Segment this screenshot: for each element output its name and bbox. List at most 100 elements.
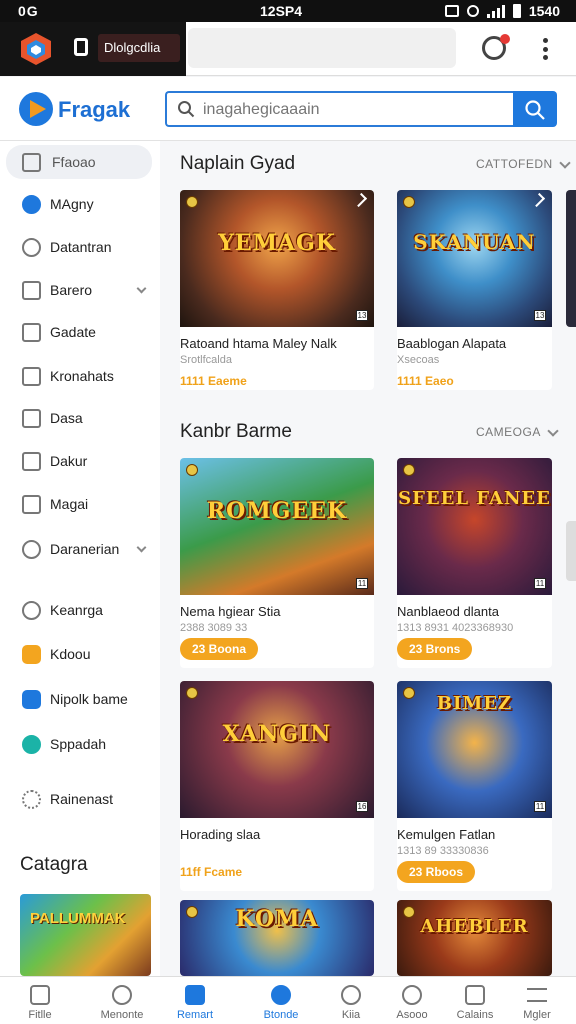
browser-logo-icon[interactable] [20,32,52,66]
sidebar-item-label: Nipolk bame [50,691,128,707]
sidebar-heading: Catagra [20,854,88,875]
brand-logo-icon[interactable] [18,91,54,127]
notification-icon [444,5,459,17]
nav-item-6[interactable]: Calains [443,977,507,1024]
nav-item-4[interactable]: Kiia [319,977,383,1024]
search-icon [112,985,132,1005]
next-card-peek[interactable] [566,521,576,581]
sidebar-item-4[interactable]: Gadate [0,315,160,349]
chat-icon [402,985,422,1005]
nav-item-5[interactable]: Asooo [380,977,444,1024]
game-card[interactable]: BIMEZ 11 Kemulgen Fatlan 1313 89 3333083… [397,681,552,891]
game-card-price-pill[interactable]: 23 Boona [180,638,259,660]
nav-item-3[interactable]: Btonde [249,977,313,1024]
badge-icon [186,687,198,699]
game-card-meta: Srotlfcalda [180,354,232,366]
game-card-price-pill[interactable]: 23 Brons [397,638,473,660]
status-carrier: 0G [18,3,39,19]
game-card-price: 1111 Eaeme [180,374,247,388]
sidebar-item-12[interactable]: Nipolk bame [0,682,160,716]
game-card-image-title: ROMGEEK [206,498,348,524]
sidebar-item-7[interactable]: Dakur [0,444,160,478]
sidebar-item-2[interactable]: Datantran [0,230,160,264]
nav-label: Fitlle [28,1009,52,1021]
game-card[interactable]: KOMA [180,900,374,976]
sidebar-item-0[interactable]: Ffaoao [6,145,152,179]
signal-icon [486,4,505,18]
game-card-meta: 1313 8931 4023368930 [397,622,514,634]
home-icon [30,985,50,1005]
badge-icon [186,464,198,476]
settings-icon [22,600,41,620]
nav-item-7[interactable]: Mgler [505,977,569,1024]
target-icon [22,539,41,559]
search-input[interactable] [203,97,503,123]
sidebar-item-6[interactable]: Dasa [0,401,160,435]
nav-item-0[interactable]: Fitlle [8,977,72,1024]
game-card-image-title: BIMEZ [436,693,513,714]
nav-item-1[interactable]: Menonte [90,977,154,1024]
sidebar-item-11[interactable]: Kdoou [0,637,160,671]
section-title: Naplain Gyad [180,153,296,174]
game-card[interactable]: YEMAGK 13 Ratoand htama Maley Nalk Srotl… [180,190,374,390]
sidebar-item-14[interactable]: Rainenast [0,782,160,816]
game-card-name: Kemulgen Fatlan [397,827,496,842]
browser-tab-title[interactable]: Dlolgcdlia [98,34,180,62]
status-bar: 0G 12SP4 1540 [0,0,576,22]
game-card[interactable]: XANGIN 16 Horading slaa 11ff Fcame [180,681,374,891]
sidebar-item-5[interactable]: Kronahats [0,359,160,393]
status-time: 12SP4 [260,3,303,19]
category-dropdown[interactable]: CAMEOGA [476,425,541,439]
game-card-image: ROMGEEK 11 [180,458,374,595]
nav-label: Btonde [263,1009,299,1021]
next-card-peek[interactable] [566,190,576,327]
sidebar-item-13[interactable]: Sppadah [0,727,160,761]
age-rating: 13 [356,310,368,321]
game-card[interactable]: SFEEL FANEE 11 Nanblaeod dlanta 1313 893… [397,458,552,668]
game-card[interactable]: SKANUAN 13 Baablogan Alapata Xsecoas 111… [397,190,552,390]
tag-icon [22,408,41,428]
calendar-icon [22,152,41,172]
sidebar-item-label: Gadate [50,324,96,340]
game-card[interactable]: ROMGEEK 11 Nema hgiear Stia 2388 3089 33… [180,458,374,668]
browser-toolbar: Dlolgcdlia [0,22,576,76]
tab-switcher-icon[interactable] [74,38,88,56]
sidebar-item-label: Sppadah [50,736,107,752]
game-card-price-pill[interactable]: 23 Rboos [397,861,476,883]
game-card-image: KOMA [180,900,374,976]
nav-label: Asooo [396,1009,428,1021]
brand-name[interactable]: Fragak [58,97,130,123]
chevron-down-icon[interactable] [136,283,147,293]
check-icon [530,192,546,208]
sidebar-item-1[interactable]: MAgny [0,187,160,221]
nav-label: Calains [456,1009,494,1021]
sidebar-item-3[interactable]: Barero [0,273,160,307]
search-button-icon [525,100,545,120]
battery-icon [512,4,521,18]
category-dropdown[interactable]: CATTOFEDN [476,157,553,171]
game-card-name: Ratoand htama Maley Nalk [180,336,337,351]
game-card-image: SKANUAN 13 [397,190,552,327]
search-button[interactable] [513,91,557,127]
browser-menu-icon[interactable] [542,38,548,60]
puzzle-icon [22,366,41,386]
chevron-down-icon[interactable] [136,542,147,552]
sidebar-item-10[interactable]: Keanrga [0,593,160,627]
status-icons: 1540 [444,3,560,19]
sidebar-item-9[interactable]: Daranerian [0,532,160,566]
sidebar-promo-card[interactable]: PALLUMMAK [20,894,151,976]
game-card-name: Nema hgiear Stia [180,604,281,619]
sidebar-promo-title: PALLUMMAK [30,910,126,927]
nav-item-2[interactable]: Remart [163,977,227,1024]
sidebar-item-label: Daranerian [50,541,120,557]
address-bar[interactable] [188,28,456,68]
bottom-nav: Fitlle Menonte Remart Btonde Kiia Asooo … [0,976,576,1024]
game-card[interactable]: AHEBLER [397,900,552,976]
sidebar-item-8[interactable]: Magai [0,487,160,521]
status-clock: 1540 [528,3,560,19]
game-card-image: YEMAGK 13 [180,190,374,327]
age-rating: 11 [356,578,368,589]
teal-circle-icon [22,734,41,754]
game-card-image-title: KOMA [235,906,319,932]
game-card-image-title: SKANUAN [413,230,536,254]
